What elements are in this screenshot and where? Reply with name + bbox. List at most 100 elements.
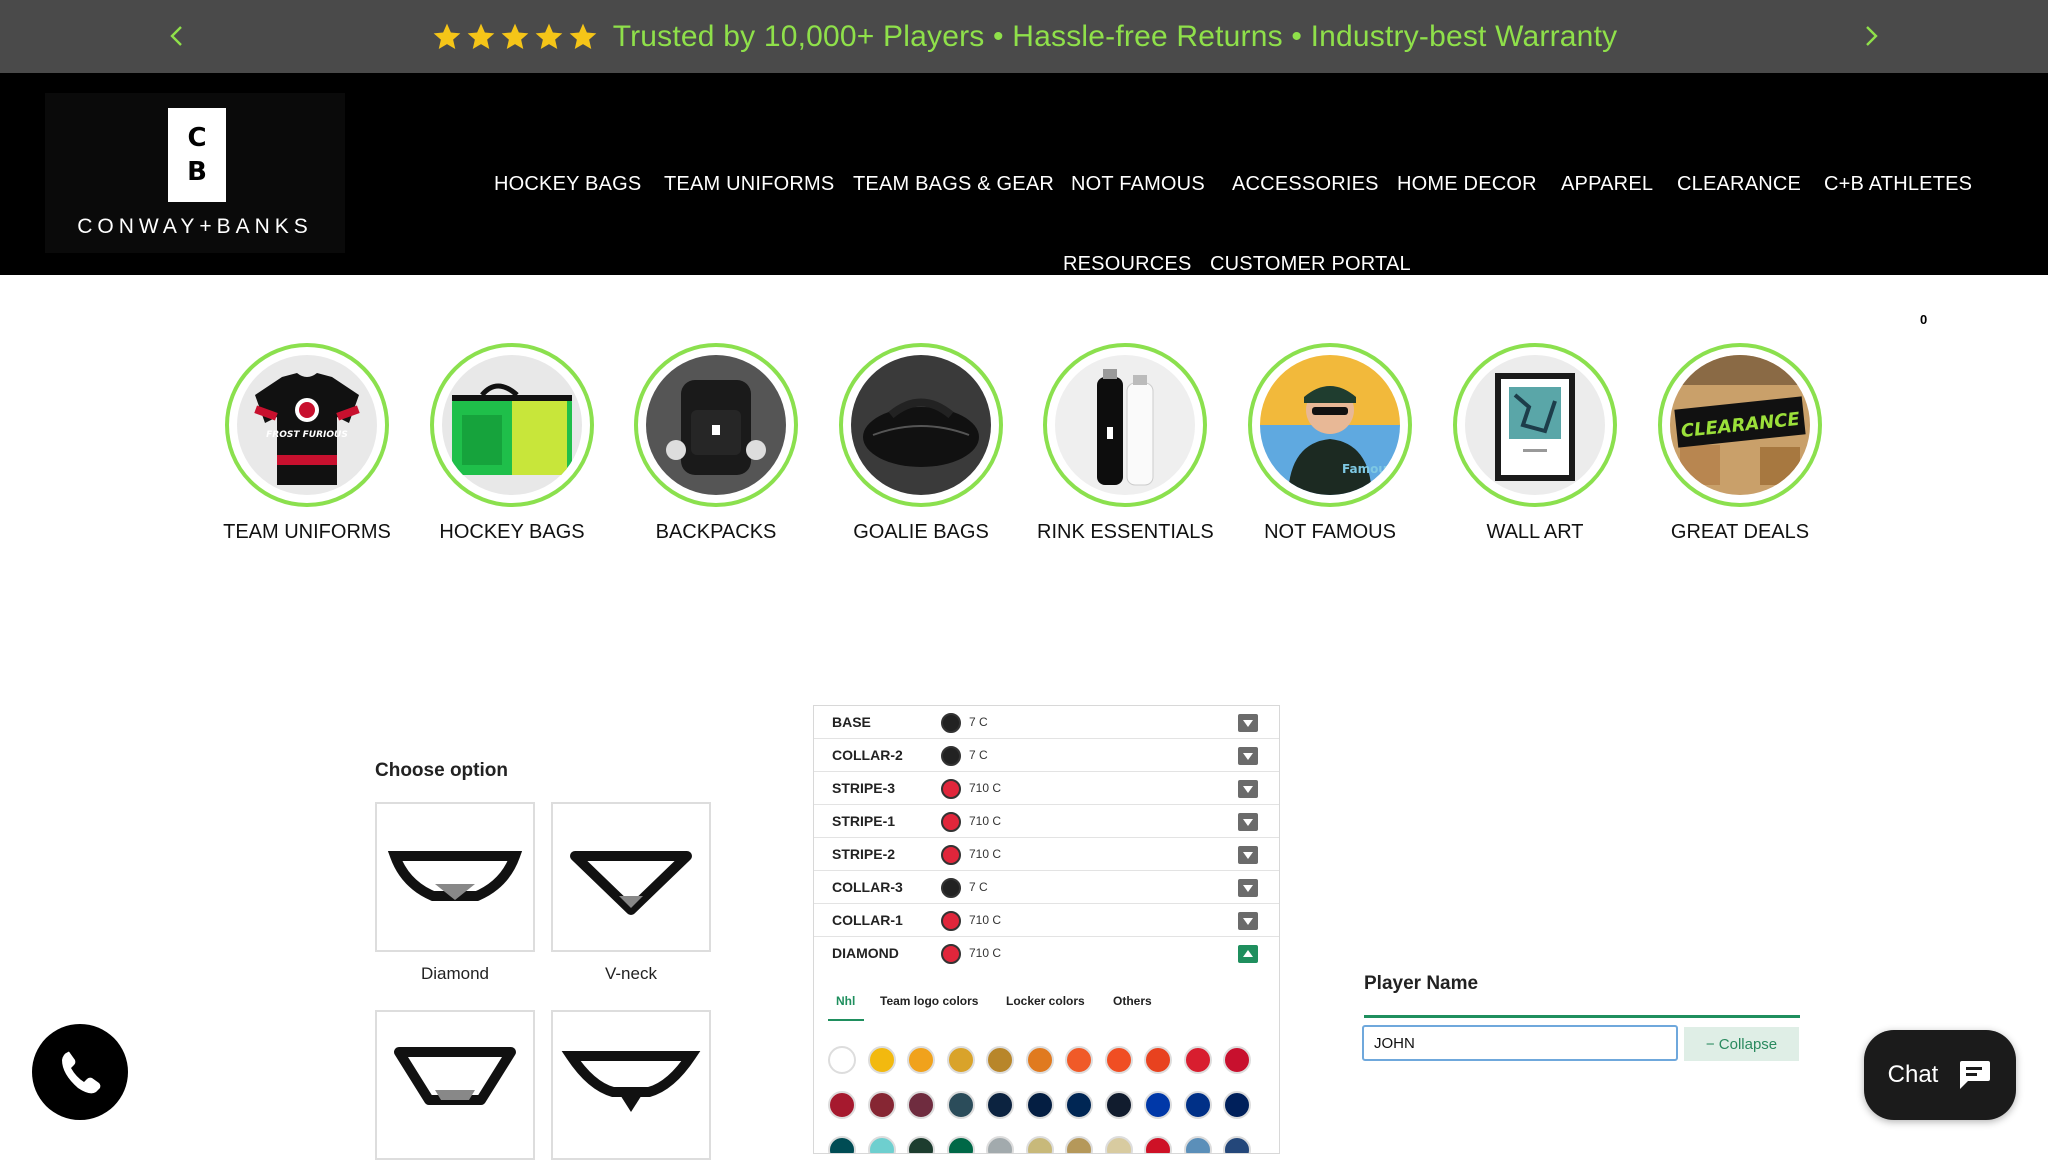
color-swatch[interactable] (1025, 1091, 1054, 1119)
framed-art-image (1465, 355, 1605, 495)
color-swatch[interactable] (1025, 1046, 1054, 1074)
prev-announcement-arrow-icon[interactable] (160, 18, 196, 54)
category-label: RINK ESSENTIALS (1037, 521, 1214, 543)
color-swatch[interactable] (946, 1046, 975, 1074)
brand-logo[interactable]: C B CONWAY+BANKS (45, 93, 345, 253)
expand-toggle-icon[interactable] (1238, 813, 1258, 831)
nav-accessories[interactable]: ACCESSORIES (1232, 173, 1379, 196)
color-row-diamond[interactable]: DIAMOND 710 C (814, 937, 1279, 970)
category-label: NOT FAMOUS (1264, 521, 1396, 543)
tab-team-logo-colors[interactable]: Team logo colors (880, 994, 978, 1008)
hockey-bag-image (442, 355, 582, 495)
color-swatch[interactable] (1223, 1136, 1251, 1153)
nav-cb-athletes[interactable]: C+B ATHLETES (1824, 173, 1972, 196)
category-goalie-bags[interactable]: GOALIE BAGS (833, 343, 1009, 544)
backpack-image (646, 355, 786, 495)
category-great-deals[interactable]: CLEARANCE GREAT DEALS (1652, 343, 1828, 544)
color-swatch[interactable] (946, 1136, 975, 1153)
color-swatch[interactable] (1065, 1091, 1093, 1119)
color-swatch[interactable] (1183, 1136, 1212, 1153)
category-rink-essentials[interactable]: RINK ESSENTIALS (1037, 343, 1214, 544)
tab-locker-colors[interactable]: Locker colors (1006, 994, 1085, 1008)
category-team-uniforms[interactable]: FROST FURIOUS TEAM UNIFORMS (219, 343, 395, 544)
expand-toggle-icon[interactable] (1238, 879, 1258, 897)
category-label: BACKPACKS (655, 521, 777, 543)
color-row-base[interactable]: BASE 7 C (814, 706, 1279, 739)
chat-button[interactable]: Chat (1864, 1030, 2016, 1120)
collapse-button[interactable]: − Collapse (1684, 1027, 1799, 1061)
category-label: WALL ART (1486, 521, 1584, 543)
category-image-ring: CLEARANCE (1658, 343, 1822, 507)
category-not-famous[interactable]: Famous NOT FAMOUS (1242, 343, 1418, 544)
color-swatch[interactable] (907, 1136, 935, 1153)
cart-count-badge[interactable]: 0 (1920, 312, 1927, 327)
color-swatch[interactable] (1183, 1046, 1212, 1074)
expand-toggle-icon[interactable] (1238, 747, 1258, 765)
option-v-neck-collar[interactable] (551, 802, 711, 952)
color-swatch[interactable] (828, 1091, 856, 1119)
nav-not-famous[interactable]: NOT FAMOUS (1071, 173, 1205, 196)
nav-customer-portal[interactable]: CUSTOMER PORTAL (1210, 253, 1411, 276)
color-swatch[interactable] (1104, 1091, 1133, 1119)
color-swatch[interactable] (1104, 1136, 1133, 1153)
color-swatch[interactable] (1144, 1046, 1172, 1074)
color-row-collar-1[interactable]: COLLAR-1 710 C (814, 904, 1279, 937)
option-collar-4[interactable] (551, 1010, 711, 1160)
nav-team-uniforms[interactable]: TEAM UNIFORMS (664, 173, 834, 196)
category-backpacks[interactable]: BACKPACKS (628, 343, 804, 544)
color-swatch[interactable] (1223, 1091, 1251, 1119)
color-swatch[interactable] (986, 1136, 1014, 1153)
color-swatch[interactable] (1144, 1136, 1172, 1153)
color-swatch[interactable] (986, 1046, 1014, 1074)
color-palette-tabs: Nhl Team logo colors Locker colors Other… (814, 984, 1279, 1024)
color-row-collar-2[interactable]: COLLAR-2 7 C (814, 739, 1279, 772)
tab-others[interactable]: Others (1113, 994, 1152, 1008)
nav-team-bags-gear[interactable]: TEAM BAGS & GEAR (853, 173, 1054, 196)
jersey-print-text: FROST FURIOUS (266, 430, 348, 440)
nav-resources[interactable]: RESOURCES (1063, 253, 1192, 276)
color-row-stripe-3[interactable]: STRIPE-3 710 C (814, 772, 1279, 805)
color-swatch[interactable] (828, 1046, 856, 1074)
color-swatch[interactable] (1065, 1046, 1093, 1074)
color-swatch-dot (941, 779, 961, 799)
option-diamond-collar[interactable] (375, 802, 535, 952)
nav-hockey-bags[interactable]: HOCKEY BAGS (494, 173, 641, 196)
category-image-ring (430, 343, 594, 507)
collapse-toggle-icon[interactable] (1238, 945, 1258, 963)
color-row-collar-3[interactable]: COLLAR-3 7 C (814, 871, 1279, 904)
next-announcement-arrow-icon[interactable] (1852, 18, 1888, 54)
color-swatch[interactable] (986, 1091, 1014, 1119)
nav-home-decor[interactable]: HOME DECOR (1397, 173, 1537, 196)
color-swatch[interactable] (1223, 1046, 1251, 1074)
star-icon (433, 23, 461, 49)
option-label: V-neck (605, 964, 657, 983)
color-swatch[interactable] (828, 1136, 856, 1153)
color-row-stripe-2[interactable]: STRIPE-2 710 C (814, 838, 1279, 871)
expand-toggle-icon[interactable] (1238, 912, 1258, 930)
color-swatch[interactable] (867, 1046, 896, 1074)
color-swatch[interactable] (1144, 1091, 1172, 1119)
color-swatch[interactable] (1183, 1091, 1212, 1119)
color-swatch[interactable] (1065, 1136, 1093, 1153)
color-swatch-dot (941, 746, 961, 766)
category-hockey-bags[interactable]: HOCKEY BAGS (424, 343, 600, 544)
player-name-input[interactable] (1362, 1025, 1678, 1061)
color-swatch[interactable] (907, 1046, 935, 1074)
expand-toggle-icon[interactable] (1238, 780, 1258, 798)
color-swatch[interactable] (867, 1091, 896, 1119)
color-swatch-dot (941, 812, 961, 832)
tab-nhl[interactable]: Nhl (836, 994, 855, 1008)
nav-clearance[interactable]: CLEARANCE (1677, 173, 1801, 196)
color-swatch[interactable] (907, 1091, 935, 1119)
expand-toggle-icon[interactable] (1238, 714, 1258, 732)
category-wall-art[interactable]: WALL ART (1447, 343, 1623, 544)
color-row-stripe-1[interactable]: STRIPE-1 710 C (814, 805, 1279, 838)
color-swatch[interactable] (946, 1091, 975, 1119)
expand-toggle-icon[interactable] (1238, 846, 1258, 864)
color-swatch[interactable] (1104, 1046, 1133, 1074)
option-collar-3[interactable] (375, 1010, 535, 1160)
color-swatch[interactable] (867, 1136, 896, 1153)
call-button[interactable] (32, 1024, 128, 1120)
color-swatch[interactable] (1025, 1136, 1054, 1153)
nav-apparel[interactable]: APPAREL (1561, 173, 1653, 196)
